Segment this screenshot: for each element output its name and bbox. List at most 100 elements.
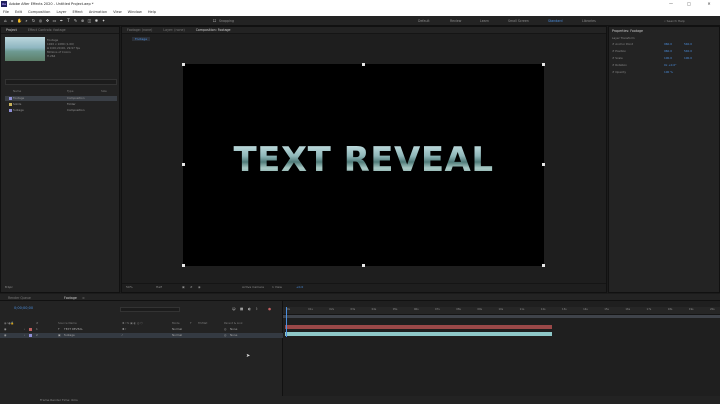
exposure-value[interactable]: +0.0 <box>296 285 303 289</box>
layer-switches-icon[interactable]: ✱ ⁄ <box>122 327 126 331</box>
transform-handle[interactable] <box>362 63 365 66</box>
home-icon[interactable]: ⌂ <box>3 18 8 23</box>
roto-brush-tool-icon[interactable]: ✺ <box>94 18 99 23</box>
layer-name[interactable]: TEXT REVEAL <box>64 327 83 331</box>
visibility-eye-icon[interactable]: ◉ <box>4 333 6 337</box>
tab-composition-viewer[interactable]: Composition: Footage <box>196 28 231 32</box>
snapshot-icon[interactable]: ◉ <box>198 285 201 289</box>
maximize-icon[interactable]: □ <box>682 0 696 8</box>
clone-stamp-tool-icon[interactable]: ⊕ <box>80 18 85 23</box>
tab-effect-controls[interactable]: Effect Controls: footage <box>28 28 66 32</box>
zoom-tool-icon[interactable]: ⌕ <box>24 18 29 23</box>
layer-mode-dropdown[interactable]: Normal <box>172 333 182 337</box>
project-item-footage[interactable]: Footage Composition <box>5 96 117 101</box>
close-icon[interactable]: ✕ <box>702 0 716 8</box>
position-y-value[interactable]: 540.0 <box>684 49 692 53</box>
menu-animation[interactable]: Animation <box>89 10 107 14</box>
position-x-value[interactable]: 960.0 <box>664 49 672 53</box>
opacity-value[interactable]: 100 % <box>664 70 673 74</box>
record-icon[interactable]: ● <box>268 307 271 311</box>
expand-chevron-icon[interactable]: › <box>24 333 25 337</box>
column-source-name[interactable]: Source Name <box>58 321 77 325</box>
menu-edit[interactable]: Edit <box>15 10 22 14</box>
menu-window[interactable]: Window <box>128 10 142 14</box>
current-time-display[interactable]: 0;00;00;00 <box>14 306 33 310</box>
transform-handle[interactable] <box>182 264 185 267</box>
column-name[interactable]: Name <box>13 89 21 93</box>
workspace-small-screen[interactable]: Small Screen <box>508 19 529 23</box>
eraser-tool-icon[interactable]: ◫ <box>87 18 92 23</box>
frame-blending-icon[interactable]: ▦ <box>240 307 243 311</box>
bpc-indicator[interactable]: 8 bpc <box>5 285 13 289</box>
parent-pickwhip-icon[interactable]: ◎ <box>224 333 226 337</box>
active-camera-dropdown[interactable]: Active Camera <box>242 285 264 289</box>
snapping-checkbox[interactable]: ☐ <box>212 18 217 23</box>
brush-tool-icon[interactable]: ✎ <box>73 18 78 23</box>
layer-mode-dropdown[interactable]: Normal <box>172 327 182 331</box>
project-item-solids[interactable]: Solids Folder <box>5 102 117 107</box>
workspace-libraries[interactable]: Libraries <box>582 19 596 23</box>
menu-layer[interactable]: Layer <box>56 10 66 14</box>
column-mode[interactable]: Mode <box>172 321 180 325</box>
layer-row-footage[interactable]: ◉ › 2 ▣ footage ⁄ Normal ◎ None <box>0 333 283 338</box>
pan-behind-tool-icon[interactable]: ✥ <box>45 18 50 23</box>
camera-tool-icon[interactable]: ◎ <box>38 18 43 23</box>
layer-name[interactable]: footage <box>64 333 75 337</box>
column-parent[interactable]: Parent & Link <box>224 321 243 325</box>
views-dropdown[interactable]: 1 View <box>272 285 282 289</box>
parent-pickwhip-icon[interactable]: ◎ <box>224 327 226 331</box>
text-reveal-layer[interactable]: TEXT REVEAL <box>183 140 544 180</box>
label-color-swatch[interactable] <box>29 334 32 337</box>
work-area-bar[interactable] <box>283 315 720 318</box>
menu-view[interactable]: View <box>113 10 122 14</box>
menu-composition[interactable]: Composition <box>28 10 50 14</box>
layer-bar-text-reveal[interactable] <box>285 325 552 329</box>
column-trkmat[interactable]: TrkMat <box>198 321 207 325</box>
tab-layer-viewer[interactable]: Layer: (none) <box>163 28 184 32</box>
shy-layers-icon[interactable]: ☺ <box>232 307 236 311</box>
rotate-tool-icon[interactable]: ↻ <box>31 18 36 23</box>
workspace-standard[interactable]: Standard <box>548 19 563 23</box>
type-tool-icon[interactable]: T <box>66 18 71 23</box>
tab-footage-viewer[interactable]: Footage: (none) <box>127 28 152 32</box>
current-time-indicator[interactable] <box>286 307 287 337</box>
minimize-icon[interactable]: — <box>664 0 678 8</box>
transform-handle[interactable] <box>542 264 545 267</box>
menu-help[interactable]: Help <box>148 10 156 14</box>
tab-timeline-footage[interactable]: Footage <box>64 296 77 300</box>
parent-dropdown[interactable]: None <box>230 327 237 331</box>
workspace-default[interactable]: Default <box>418 19 430 23</box>
layer-transform-header[interactable]: Layer Transform <box>612 36 635 40</box>
workspace-learn[interactable]: Learn <box>480 19 489 23</box>
selection-tool-icon[interactable]: ▸ <box>10 18 15 23</box>
tab-menu-icon[interactable]: ≡ <box>82 296 85 300</box>
camera-icon[interactable]: ▣ <box>182 285 185 289</box>
pen-tool-icon[interactable]: ✒ <box>59 18 64 23</box>
workspace-review[interactable]: Review <box>450 19 461 23</box>
transform-handle[interactable] <box>182 63 185 66</box>
tab-render-queue[interactable]: Render Queue <box>8 296 31 300</box>
parent-dropdown[interactable]: None <box>230 333 237 337</box>
graph-editor-icon[interactable]: ⌇ <box>256 307 258 311</box>
project-search-input[interactable] <box>5 79 117 85</box>
anchor-y-value[interactable]: 540.0 <box>684 42 692 46</box>
motion-blur-icon[interactable]: ◐ <box>248 307 251 311</box>
puppet-tool-icon[interactable]: ✦ <box>101 18 106 23</box>
transform-handle[interactable] <box>362 264 365 267</box>
scale-y-value[interactable]: 100.0 <box>684 56 692 60</box>
layer-row-text-reveal[interactable]: ◉ › 1 T TEXT REVEAL ✱ ⁄ Normal ◎ None <box>0 327 283 332</box>
menu-file[interactable]: File <box>3 10 9 14</box>
time-ruler[interactable]: 0s 01s 02s 03s 04s 05s 06s 07s 08s 09s 10s 11s 12s 13… <box>283 307 720 315</box>
rotation-value[interactable]: 0x +0.0° <box>664 63 677 67</box>
tab-project[interactable]: Project <box>6 28 17 32</box>
anchor-x-value[interactable]: 960.0 <box>664 42 672 46</box>
hand-tool-icon[interactable]: ✋ <box>17 18 22 23</box>
visibility-eye-icon[interactable]: ◉ <box>4 327 6 331</box>
comp-breadcrumb[interactable]: Footage <box>132 37 151 41</box>
resolution-dropdown[interactable]: Half <box>156 285 162 289</box>
expand-chevron-icon[interactable]: › <box>24 327 25 331</box>
column-type[interactable]: Type <box>67 89 73 93</box>
layer-search-input[interactable] <box>120 307 180 312</box>
magnification-dropdown[interactable]: 50% <box>126 285 133 289</box>
grid-icon[interactable]: # <box>190 285 193 289</box>
